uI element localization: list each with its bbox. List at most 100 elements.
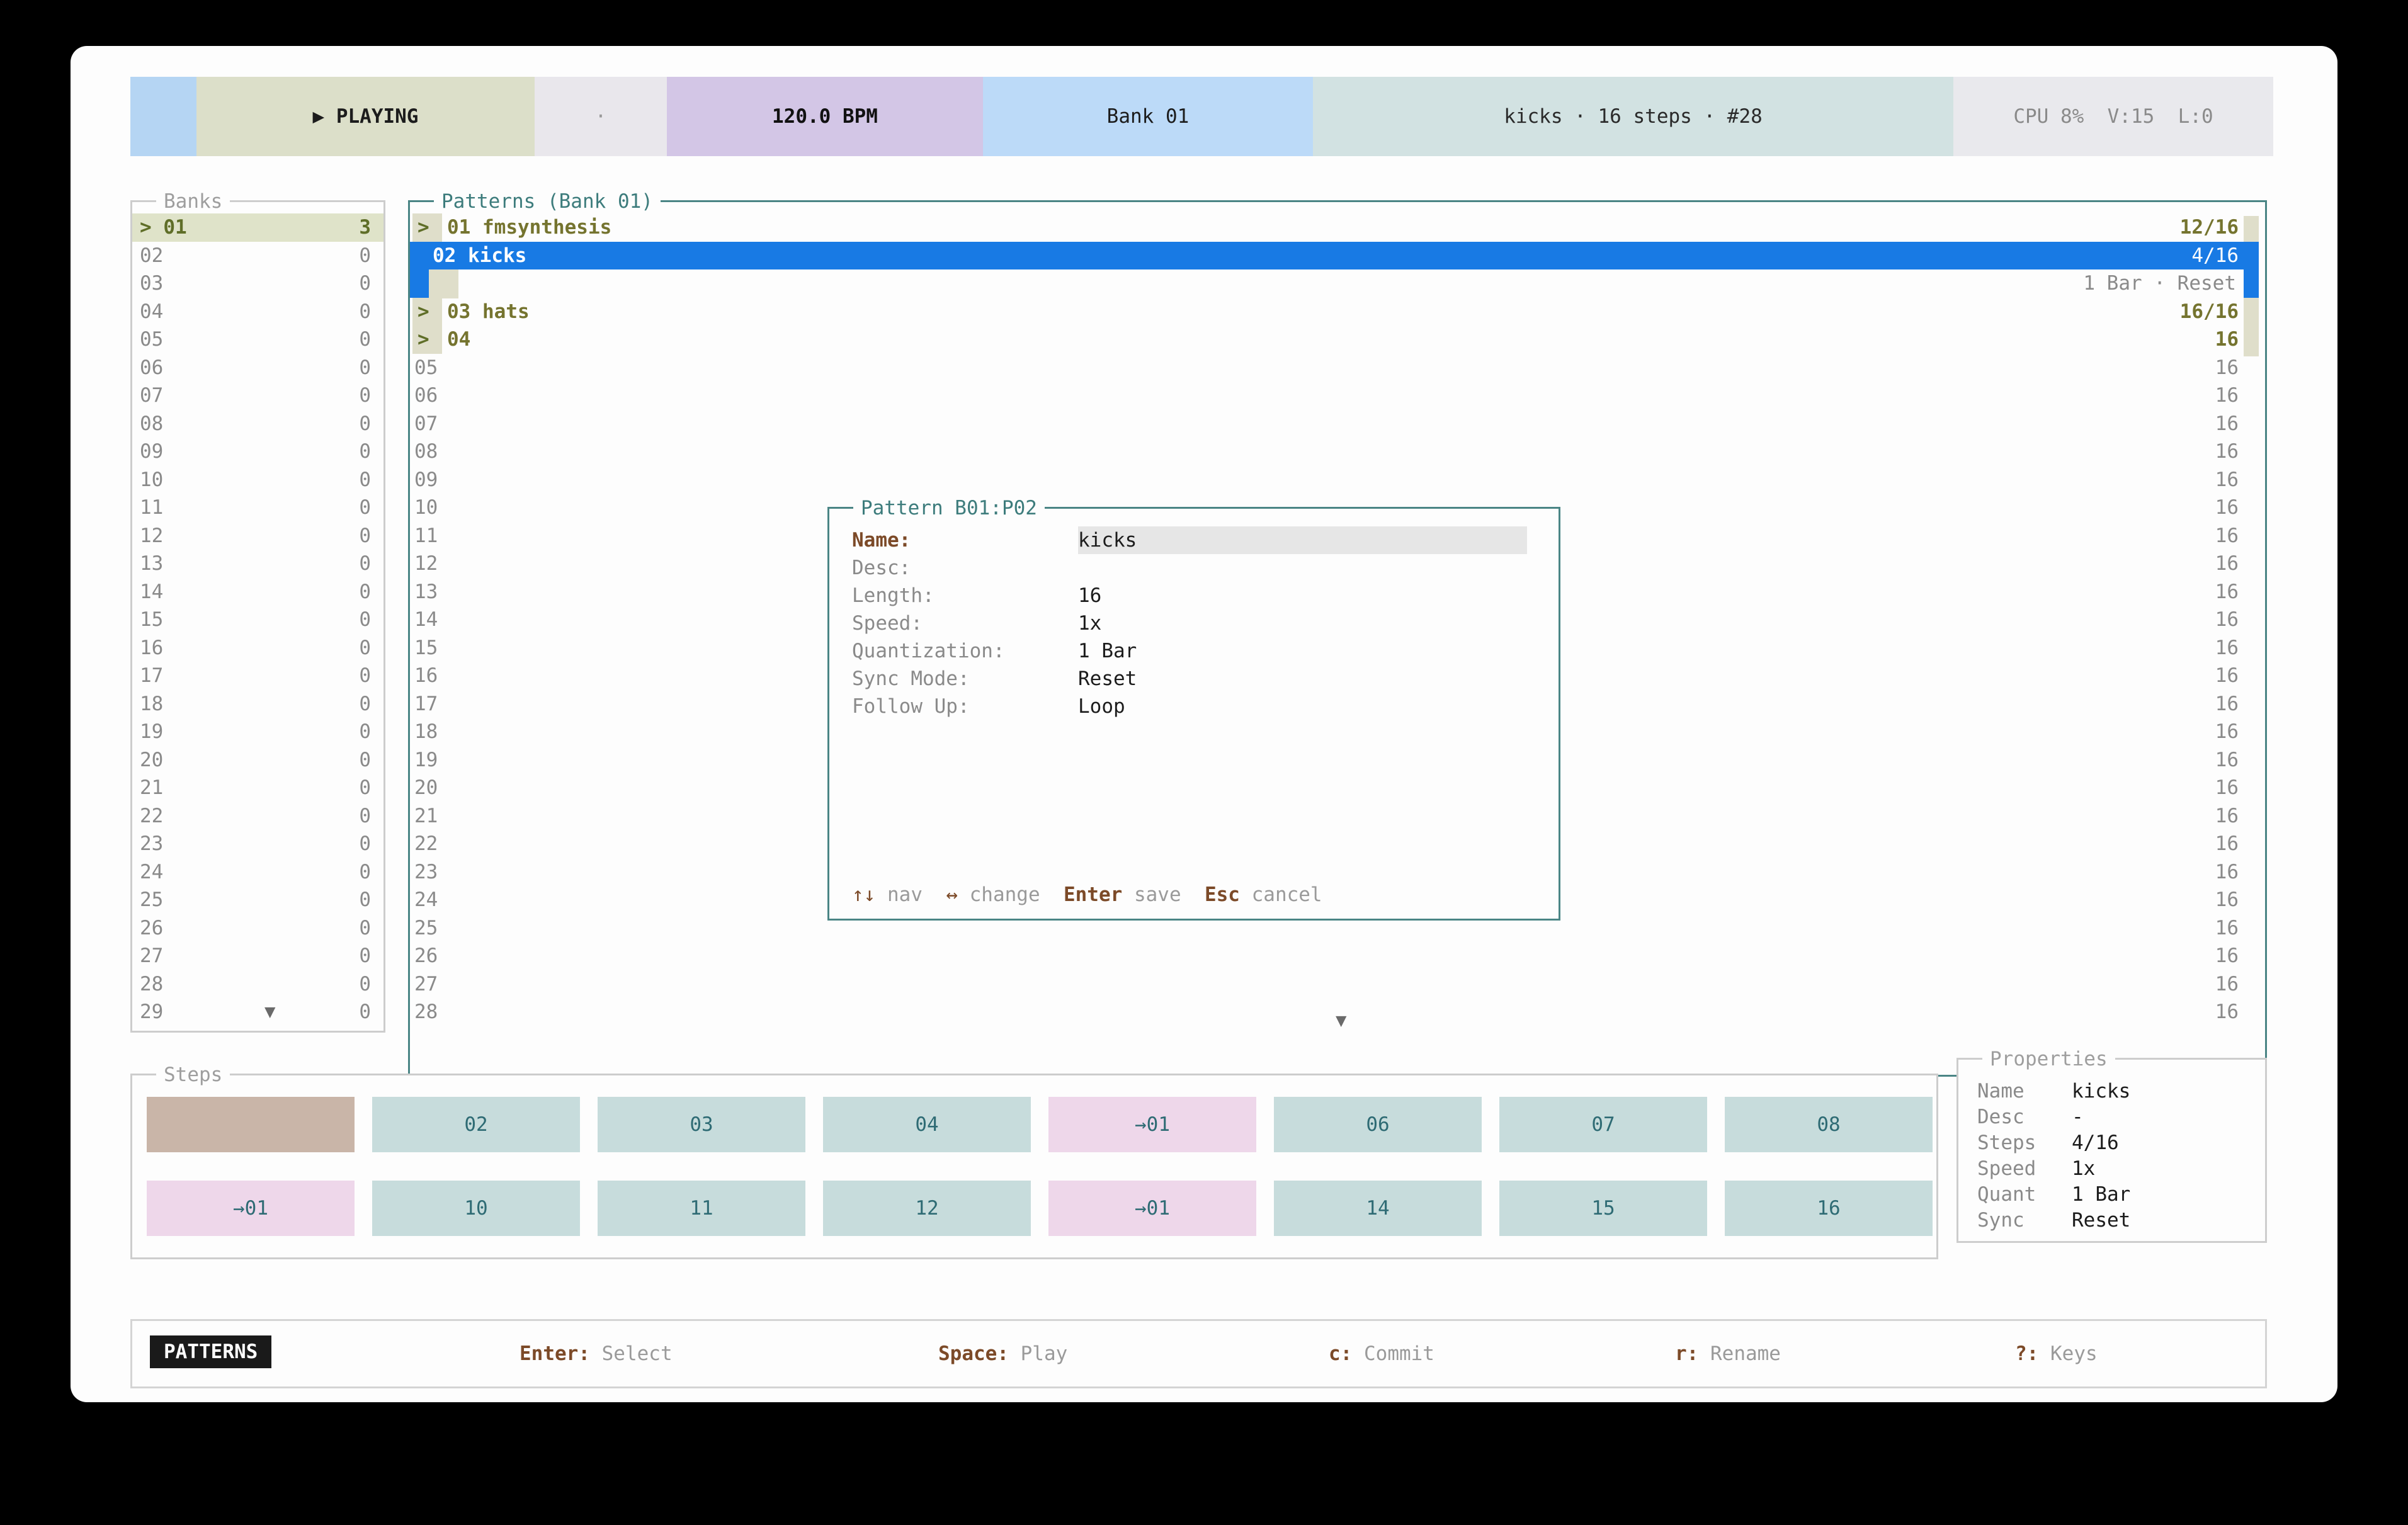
pattern-row[interactable]: 2716 (410, 970, 2265, 999)
pattern-expanded-marker: > (412, 326, 442, 354)
bank-number: 24 (140, 858, 163, 887)
bank-pattern-count: 0 (359, 914, 371, 943)
bank-row[interactable]: 290 (132, 998, 383, 1026)
bank-row[interactable]: 180 (132, 690, 383, 718)
dialog-field-value: Reset (1078, 665, 1137, 693)
pattern-step-count: 16 (2215, 718, 2239, 746)
dialog-field[interactable]: Desc: (829, 554, 1559, 582)
bank-row[interactable]: 190 (132, 718, 383, 746)
step-cell[interactable]: →01 (147, 1181, 355, 1236)
bank-row[interactable]: 020 (132, 242, 383, 270)
bank-row[interactable]: 050 (132, 326, 383, 354)
step-cell-label: 16 (1817, 1197, 1840, 1220)
step-cell[interactable]: 11 (598, 1181, 805, 1236)
selection-gutter-block (410, 269, 429, 298)
bank-row[interactable]: 110 (132, 494, 383, 522)
pattern-row[interactable]: 0716 (410, 410, 2265, 438)
banks-panel: Banks > 01302003004005006007008009010011… (130, 200, 385, 1033)
bank-row[interactable]: 140 (132, 578, 383, 606)
dialog-field[interactable]: Follow Up:Loop (829, 693, 1559, 720)
bank-row[interactable]: 120 (132, 522, 383, 550)
pattern-row[interactable]: 0516 (410, 354, 2265, 382)
pattern-number-and-name: 20 (414, 774, 438, 802)
bank-row[interactable]: 090 (132, 438, 383, 466)
bank-row[interactable]: 070 (132, 382, 383, 410)
bank-row[interactable]: 220 (132, 802, 383, 831)
step-cell[interactable]: 02 (372, 1097, 580, 1152)
top-bar-spacer (130, 77, 196, 156)
pattern-step-count: 16 (2215, 970, 2239, 999)
bank-row[interactable]: 170 (132, 662, 383, 690)
pattern-number-and-name: 10 (414, 494, 438, 522)
step-cell[interactable]: 07 (1499, 1097, 1707, 1152)
bpm-display[interactable]: 120.0 BPM (667, 77, 983, 156)
property-row: Quant1 Bar (1977, 1182, 2255, 1208)
dialog-field[interactable]: Quantization:1 Bar (829, 637, 1559, 665)
pattern-row[interactable]: 0916 (410, 466, 2265, 494)
pattern-number-and-name: 26 (414, 942, 438, 970)
bank-row[interactable]: 100 (132, 466, 383, 494)
step-cell[interactable]: 12 (823, 1181, 1031, 1236)
current-pattern-info: kicks · 16 steps · #28 (1313, 77, 1953, 156)
bank-row[interactable]: > 013 (132, 213, 383, 242)
dialog-field[interactable]: Length:16 (829, 582, 1559, 609)
play-icon-and-label: ▶ PLAYING (313, 105, 419, 128)
bank-number: 05 (140, 326, 163, 354)
step-cell[interactable]: 06 (1274, 1097, 1482, 1152)
bank-row[interactable]: 130 (132, 550, 383, 578)
bank-row[interactable]: 270 (132, 942, 383, 970)
bank-row[interactable]: 160 (132, 634, 383, 662)
steps-row-2: →01 10 11 12 →01 14 15 16 (147, 1181, 1933, 1236)
dialog-field[interactable]: Speed:1x (829, 609, 1559, 637)
bank-row[interactable]: 030 (132, 269, 383, 298)
bank-row[interactable]: 250 (132, 886, 383, 914)
step-cell[interactable]: →01 (1048, 1181, 1256, 1236)
pattern-step-count: 16 (2215, 326, 2239, 354)
pattern-row[interactable]: 0616 (410, 382, 2265, 410)
bank-number: 17 (140, 662, 163, 690)
key-hint: Enter: Select (520, 1342, 673, 1365)
bank-row[interactable]: 280 (132, 970, 383, 999)
dialog-field[interactable]: Name:kicks (829, 526, 1559, 554)
bank-row[interactable]: 060 (132, 354, 383, 382)
pattern-number-and-name: 14 (414, 606, 438, 634)
step-cell[interactable]: 03 (598, 1097, 805, 1152)
step-cell-label: 08 (1817, 1113, 1840, 1136)
bank-row[interactable]: 210 (132, 774, 383, 802)
pattern-row[interactable]: 0816 (410, 438, 2265, 466)
step-cell[interactable]: 04 (823, 1097, 1031, 1152)
step-cell[interactable]: 08 (1725, 1097, 1933, 1152)
bank-row[interactable]: 200 (132, 746, 383, 774)
step-cell[interactable] (147, 1097, 355, 1152)
step-cell[interactable]: →01 (1048, 1097, 1256, 1152)
bank-row[interactable]: 260 (132, 914, 383, 943)
step-cell[interactable]: 16 (1725, 1181, 1933, 1236)
pattern-step-count: 16 (2215, 802, 2239, 831)
bank-row[interactable]: 040 (132, 298, 383, 326)
transport-status[interactable]: ▶ PLAYING (196, 77, 535, 156)
pattern-detail-text: 1 Bar · Reset (2083, 269, 2236, 298)
bank-row[interactable]: 230 (132, 830, 383, 858)
bank-row[interactable]: 080 (132, 410, 383, 438)
bank-number: 11 (140, 494, 163, 522)
pattern-row[interactable]: >0416 (410, 326, 2265, 354)
pattern-step-count: 16 (2215, 690, 2239, 718)
step-cell[interactable]: 10 (372, 1181, 580, 1236)
step-cell[interactable]: 14 (1274, 1181, 1482, 1236)
step-cell[interactable]: 15 (1499, 1181, 1707, 1236)
bank-number: 06 (140, 354, 163, 382)
bank-row[interactable]: 150 (132, 606, 383, 634)
bank-number: 15 (140, 606, 163, 634)
bank-display[interactable]: Bank 01 (983, 77, 1313, 156)
pattern-row[interactable]: 2616 (410, 942, 2265, 970)
bank-number: 12 (140, 522, 163, 550)
dialog-field[interactable]: Sync Mode:Reset (829, 665, 1559, 693)
pattern-row[interactable]: 02 kicks4/16 (410, 242, 2259, 270)
bank-row[interactable]: 240 (132, 858, 383, 887)
dialog-field-label: Sync Mode: (852, 665, 1078, 693)
pattern-row[interactable]: >03 hats16/16 (410, 298, 2265, 326)
pattern-row[interactable]: >01 fmsynthesis12/16 (410, 213, 2265, 242)
pattern-number-and-name: 15 (414, 634, 438, 662)
property-row: Namekicks (1977, 1079, 2255, 1104)
dialog-field-label: Quantization: (852, 637, 1078, 665)
